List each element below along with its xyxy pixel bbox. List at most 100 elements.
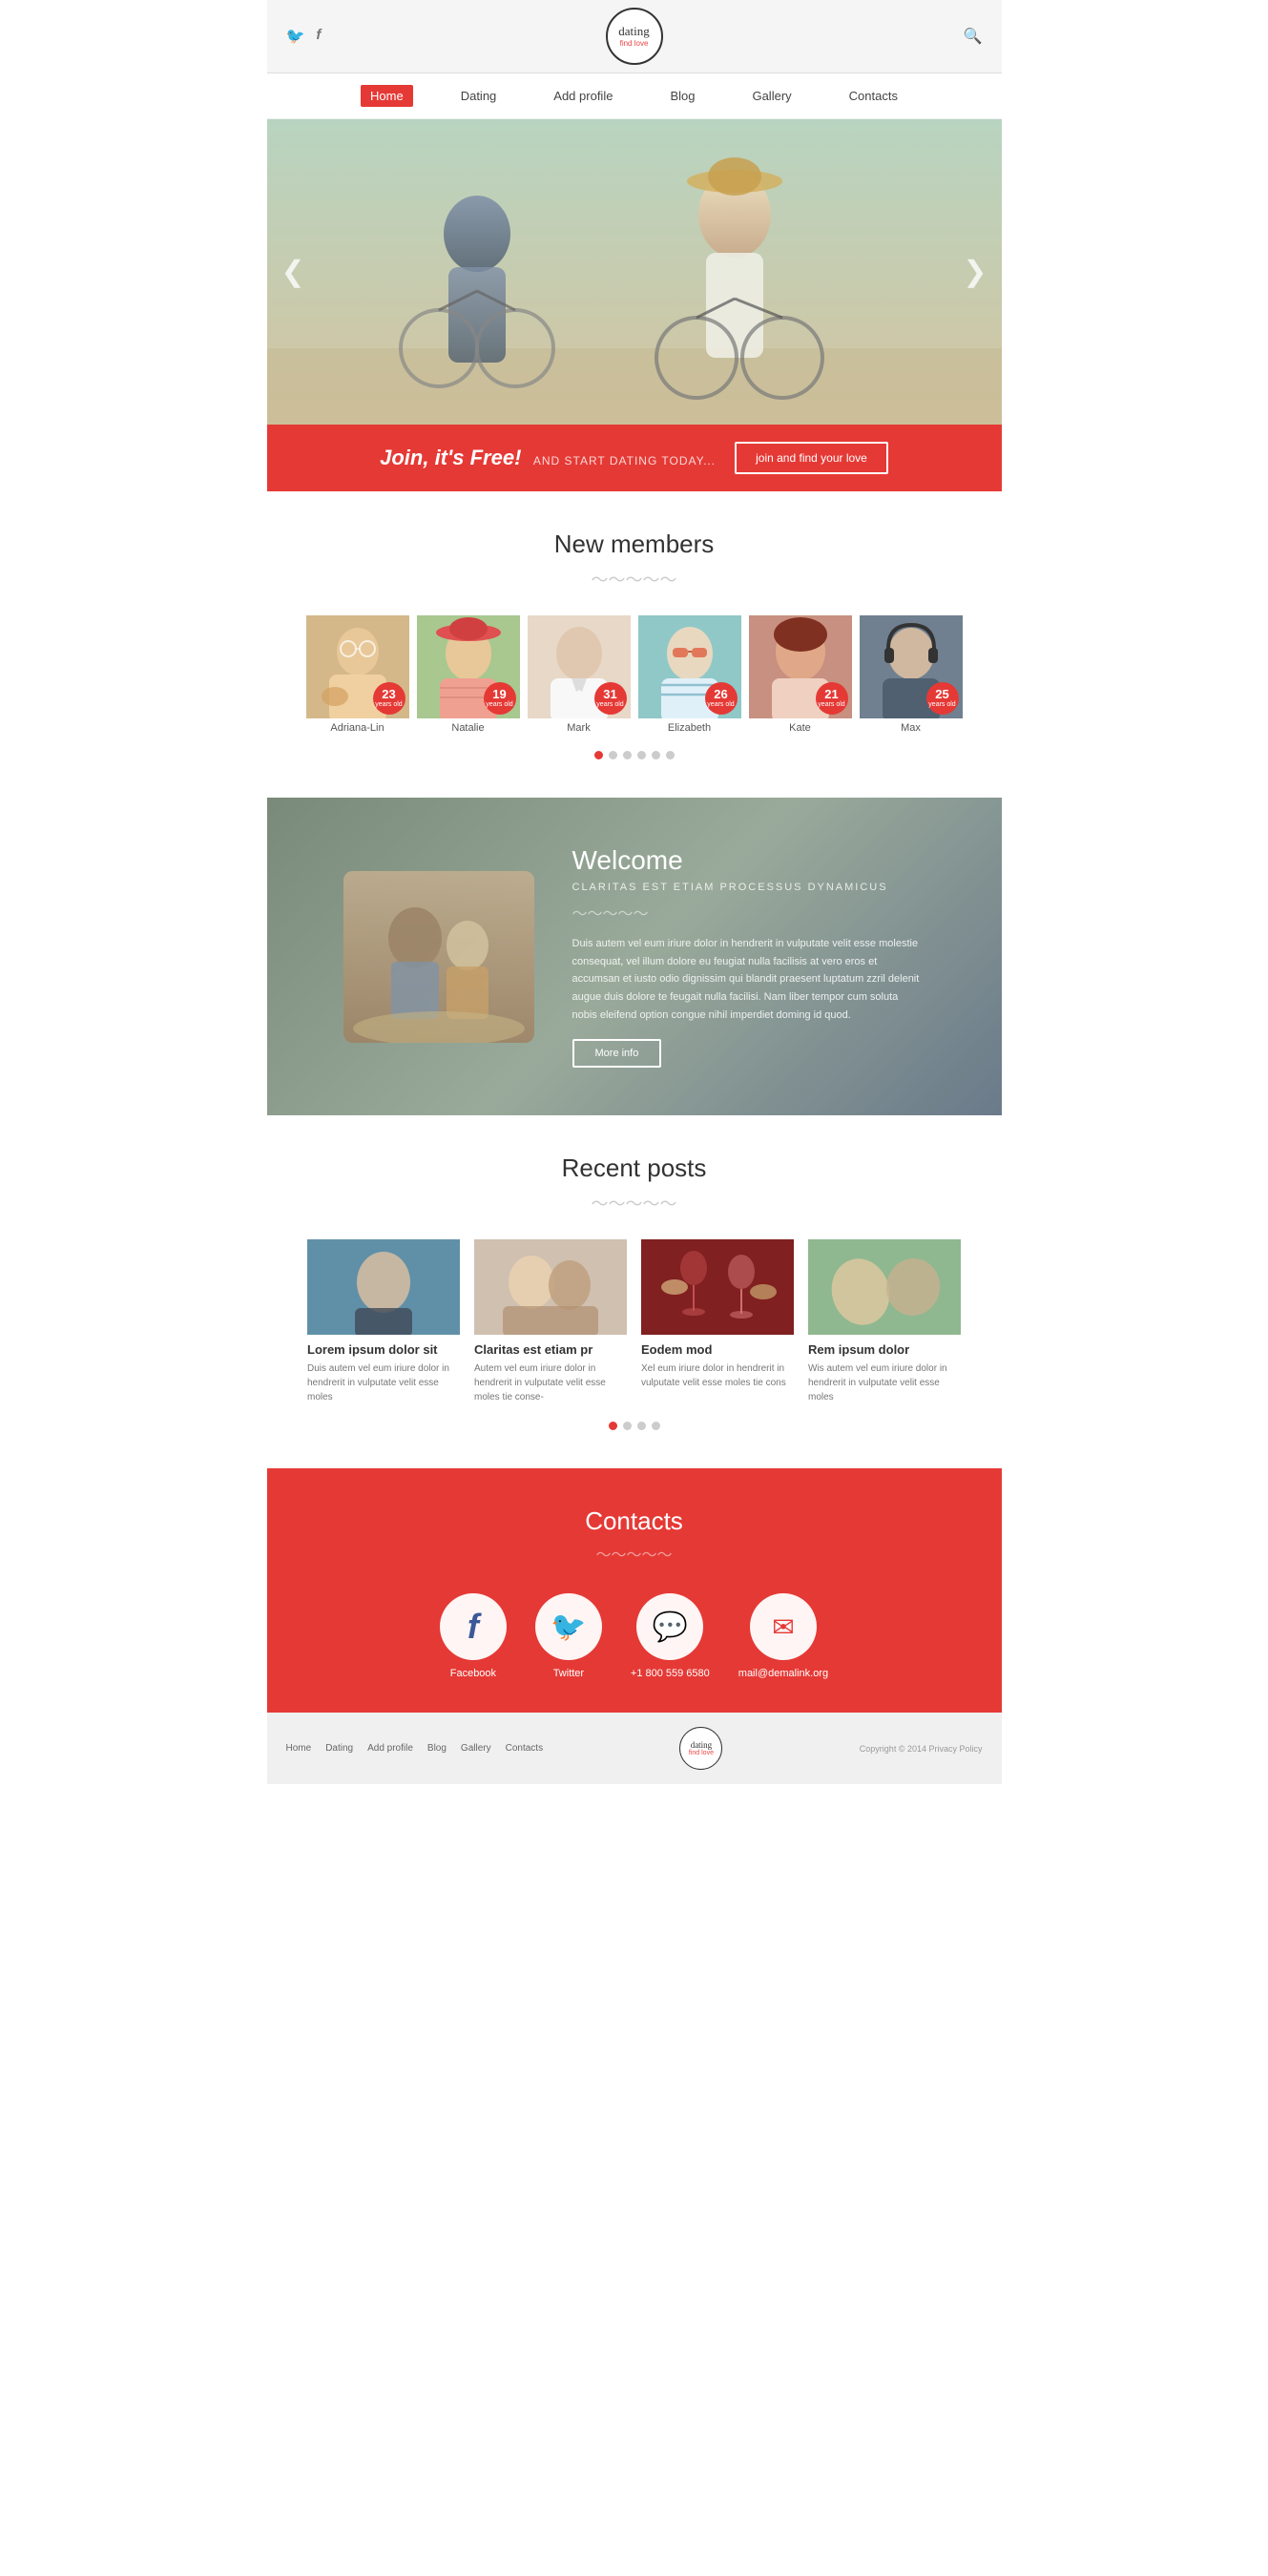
nav-item-blog[interactable]: Blog [660,85,704,107]
post-img-svg-1 [307,1239,460,1335]
search-icon[interactable]: 🔍 [964,27,983,46]
nav-item-contacts[interactable]: Contacts [840,85,907,107]
post-title-2: Claritas est etiam pr [474,1342,627,1357]
facebook-icon: f [468,1607,479,1647]
member-name-max: Max [860,722,963,734]
contact-facebook-label: Facebook [450,1668,496,1679]
member-name-elizabeth: Elizabeth [638,722,741,734]
contacts-section: Contacts 〜〜〜〜〜 f Facebook 🐦 Twitter 💬 +1… [267,1468,1002,1713]
member-photo-adriana: 23 years old [306,615,409,718]
member-photo-elizabeth: 26 years old [638,615,741,718]
post-dot-4[interactable] [652,1422,660,1430]
member-card-kate[interactable]: 21 years old Kate [749,615,852,734]
member-age-badge-elizabeth: 26 years old [705,682,738,715]
post-dot-2[interactable] [623,1422,632,1430]
post-text-4: Wis autem vel eum iriure dolor in hendre… [808,1361,961,1404]
footer-logo-sub: find love [689,1750,714,1756]
dot-6[interactable] [666,751,675,759]
posts-grid: Lorem ipsum dolor sit Duis autem vel eum… [286,1239,983,1404]
post-card-2[interactable]: Claritas est etiam pr Autem vel eum iriu… [474,1239,627,1404]
dot-1[interactable] [594,751,603,759]
footer-nav: Home Dating Add profile Blog Gallery Con… [286,1743,544,1754]
section-divider-1: 〜〜〜〜〜 [286,567,983,592]
post-dot-3[interactable] [637,1422,646,1430]
member-age-badge-kate: 21 years old [816,682,848,715]
hero-next-arrow[interactable]: ❯ [963,256,987,289]
cta-banner: Join, it's Free! AND START DATING TODAY.… [267,425,1002,491]
post-image-4 [808,1239,961,1335]
footer-nav-home[interactable]: Home [286,1743,312,1754]
logo-circle: dating find love [606,8,663,65]
member-name-kate: Kate [749,722,852,734]
post-img-svg-4 [808,1239,961,1335]
more-info-button[interactable]: More info [572,1039,662,1068]
twitter-icon: 🐦 [551,1610,586,1644]
member-card-natalie[interactable]: 19 years old Natalie [417,615,520,734]
post-dot-1[interactable] [609,1422,617,1430]
welcome-section: Welcome CLARITAS EST ETIAM PROCESSUS DYN… [267,798,1002,1115]
footer-logo-text: dating [691,1740,713,1750]
phone-icon-circle: 💬 [636,1593,703,1660]
contact-email-label: mail@demalink.org [738,1668,828,1679]
post-card-3[interactable]: Eodem mod Xel eum iriure dolor in hendre… [641,1239,794,1404]
footer-nav-add-profile[interactable]: Add profile [367,1743,413,1754]
member-name-adriana: Adriana-Lin [306,722,409,734]
facebook-icon-circle: f [440,1593,507,1660]
member-age-badge-adriana: 23 years old [373,682,405,715]
footer-nav-gallery[interactable]: Gallery [461,1743,491,1754]
dot-3[interactable] [623,751,632,759]
post-text-1: Duis autem vel eum iriure dolor in hendr… [307,1361,460,1404]
cta-join-button[interactable]: join and find your love [735,442,888,474]
post-image-1 [307,1239,460,1335]
welcome-content: Welcome CLARITAS EST ETIAM PROCESSUS DYN… [572,845,925,1068]
member-card-elizabeth[interactable]: 26 years old Elizabeth [638,615,741,734]
member-photo-mark: 31 years old [528,615,631,718]
post-image-3 [641,1239,794,1335]
footer-nav-dating[interactable]: Dating [325,1743,353,1754]
footer-logo[interactable]: dating find love [679,1727,722,1770]
hero-prev-arrow[interactable]: ❮ [281,256,305,289]
post-title-4: Rem ipsum dolor [808,1342,961,1357]
footer-nav-contacts[interactable]: Contacts [506,1743,543,1754]
member-name-natalie: Natalie [417,722,520,734]
members-grid: 23 years old Adriana-Lin [286,615,983,734]
footer-nav-blog[interactable]: Blog [427,1743,447,1754]
post-card-1[interactable]: Lorem ipsum dolor sit Duis autem vel eum… [307,1239,460,1404]
dot-4[interactable] [637,751,646,759]
logo-sub: find love [620,39,649,48]
member-name-mark: Mark [528,722,631,734]
contact-phone[interactable]: 💬 +1 800 559 6580 [631,1593,710,1679]
main-nav: Home Dating Add profile Blog Gallery Con… [267,73,1002,119]
post-card-4[interactable]: Rem ipsum dolor Wis autem vel eum iriure… [808,1239,961,1404]
hero-image [267,119,1002,425]
contacts-icons-group: f Facebook 🐦 Twitter 💬 +1 800 559 6580 ✉… [286,1593,983,1679]
member-card-adriana[interactable]: 23 years old Adriana-Lin [306,615,409,734]
twitter-icon[interactable]: 🐦 [286,27,305,46]
nav-item-gallery[interactable]: Gallery [742,85,800,107]
footer-copyright: Copyright © 2014 Privacy Policy [860,1744,983,1754]
dot-2[interactable] [609,751,617,759]
bottom-footer: Home Dating Add profile Blog Gallery Con… [267,1713,1002,1784]
cta-subtitle: AND START DATING TODAY... [533,454,716,467]
welcome-subtitle: CLARITAS EST ETIAM PROCESSUS DYNAMICUS [572,882,925,893]
contact-email[interactable]: ✉ mail@demalink.org [738,1593,828,1679]
member-card-max[interactable]: 25 years old Max [860,615,963,734]
nav-item-dating[interactable]: Dating [451,85,507,107]
dot-5[interactable] [652,751,660,759]
contact-facebook[interactable]: f Facebook [440,1593,507,1679]
recent-posts-title: Recent posts [286,1153,983,1183]
post-image-2 [474,1239,627,1335]
post-text-3: Xel eum iriure dolor in hendrerit in vul… [641,1361,794,1390]
member-photo-kate: 21 years old [749,615,852,718]
post-text-2: Autem vel eum iriure dolor in hendrerit … [474,1361,627,1404]
cta-title: Join, it's Free! [380,446,521,469]
posts-carousel-dots [286,1422,983,1430]
recent-posts-section: Recent posts 〜〜〜〜〜 Lorem ipsum dolor sit… [267,1115,1002,1468]
logo[interactable]: dating find love [606,8,663,65]
member-card-mark[interactable]: 31 years old Mark [528,615,631,734]
nav-item-add-profile[interactable]: Add profile [544,85,622,107]
section-divider-2: 〜〜〜〜〜 [286,1191,983,1215]
facebook-header-icon[interactable]: f [316,27,321,46]
contact-twitter[interactable]: 🐦 Twitter [535,1593,602,1679]
nav-item-home[interactable]: Home [361,85,413,107]
